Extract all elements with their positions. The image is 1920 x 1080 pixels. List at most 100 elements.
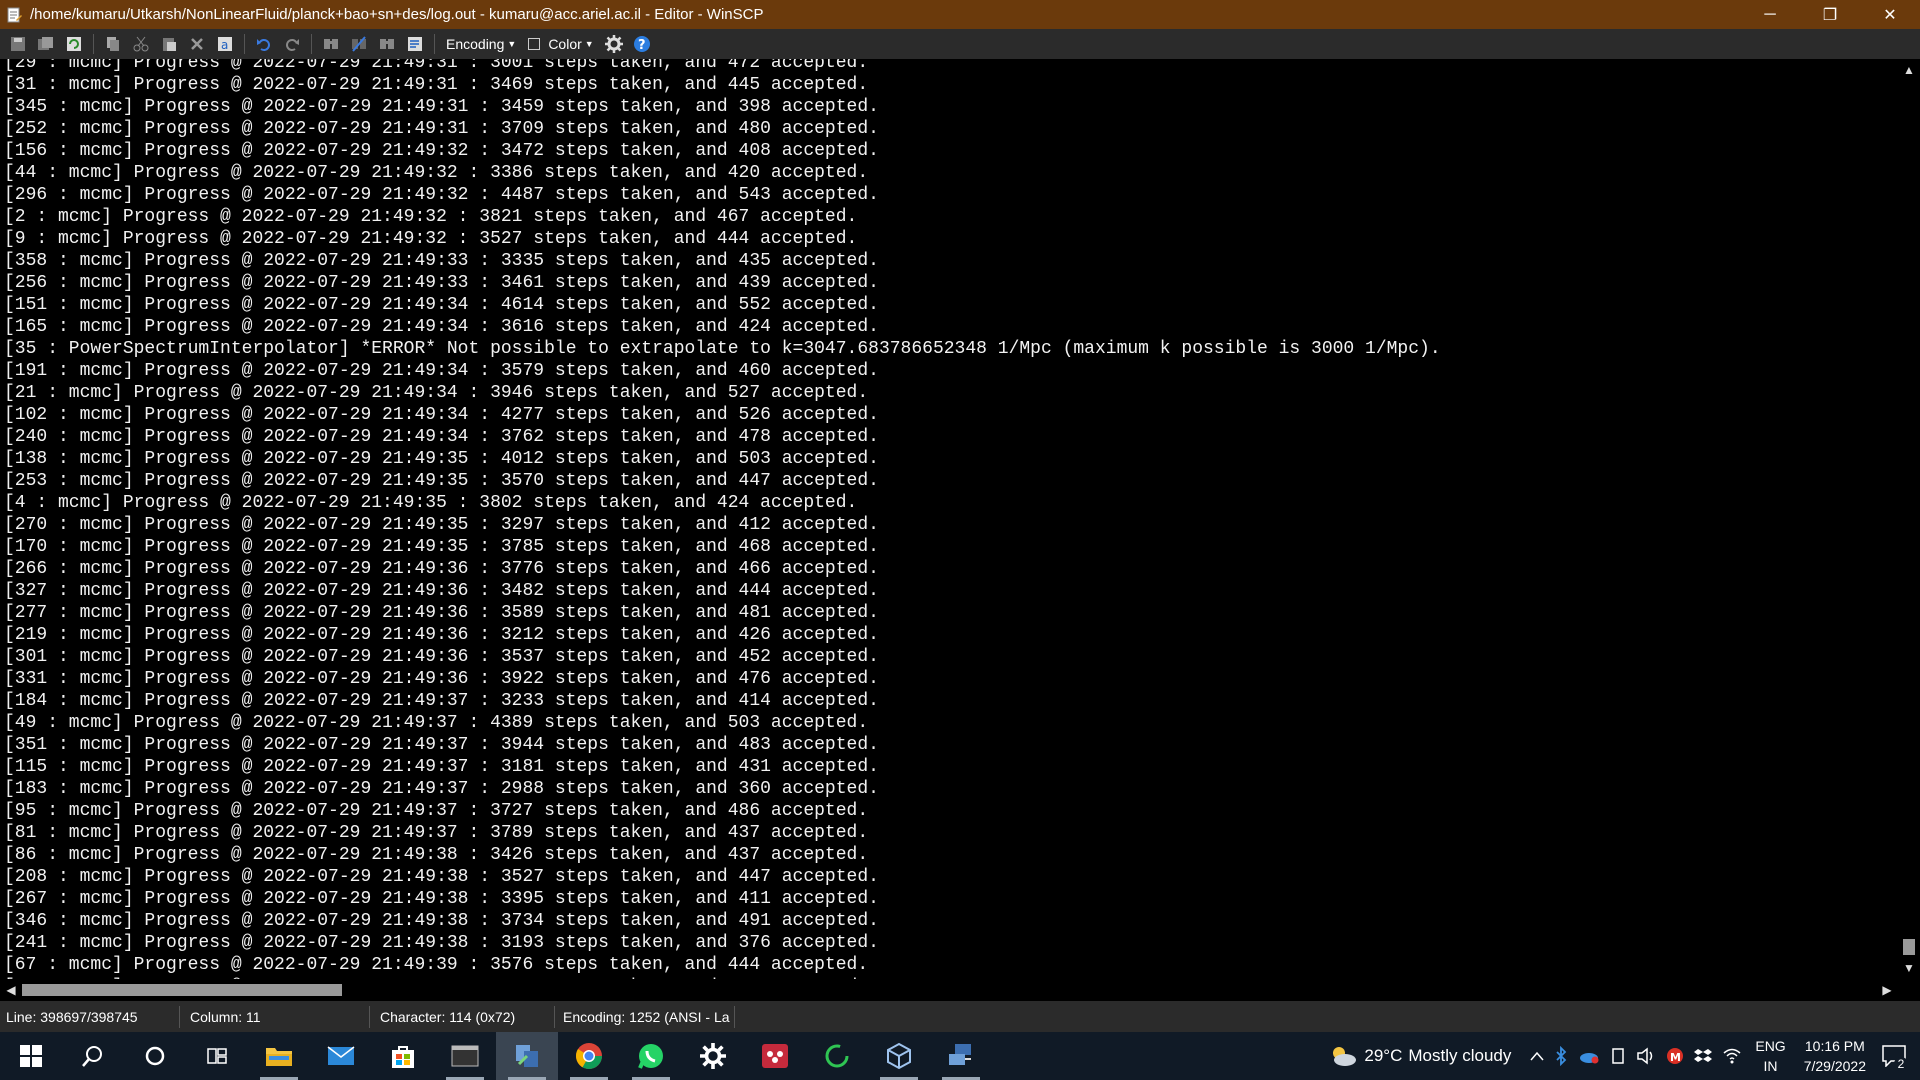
horizontal-scroll-thumb[interactable] [22, 984, 342, 996]
windows-start-icon[interactable] [0, 1032, 62, 1080]
scroll-down-icon[interactable]: ▼ [1898, 957, 1920, 979]
log-line: [115 : mcmc] Progress @ 2022-07-29 21:49… [4, 757, 879, 777]
wifi-icon[interactable] [1722, 1047, 1742, 1065]
find-icon[interactable] [320, 33, 342, 55]
log-line: [183 : mcmc] Progress @ 2022-07-29 21:49… [4, 779, 879, 799]
minimize-button[interactable]: ─ [1740, 0, 1800, 29]
virtualbox-icon[interactable] [868, 1032, 930, 1080]
remote-desktop-icon[interactable] [930, 1032, 992, 1080]
replace-icon[interactable] [348, 33, 370, 55]
task-view-icon[interactable] [186, 1032, 248, 1080]
volume-icon[interactable] [1636, 1047, 1656, 1065]
weather-widget[interactable]: 29°C Mostly cloudy [1328, 1044, 1511, 1068]
svg-text:a: a [221, 38, 228, 52]
log-line: [95 : mcmc] Progress @ 2022-07-29 21:49:… [4, 801, 869, 821]
log-line: [156 : mcmc] Progress @ 2022-07-29 21:49… [4, 141, 879, 161]
weather-description: Mostly cloudy [1408, 1046, 1512, 1065]
log-line: [31 : mcmc] Progress @ 2022-07-29 21:49:… [4, 75, 869, 95]
cut-icon[interactable] [130, 33, 152, 55]
undo-icon[interactable] [253, 33, 275, 55]
window-title: /home/kumaru/Utkarsh/NonLinearFluid/plan… [30, 6, 764, 23]
goto-line-icon[interactable] [404, 33, 426, 55]
chevron-up-icon[interactable] [1530, 1051, 1544, 1061]
paste-icon[interactable] [158, 33, 180, 55]
notification-center-icon[interactable]: 2 [1882, 1045, 1908, 1071]
terminal-icon[interactable] [434, 1032, 496, 1080]
save-all-icon[interactable] [35, 33, 57, 55]
toolbar-separator [311, 34, 312, 54]
weather-temperature: 29°C [1364, 1046, 1403, 1065]
dropbox-icon[interactable] [1694, 1047, 1713, 1065]
encoding-dropdown[interactable]: Encoding ▼ [446, 36, 516, 52]
device-icon[interactable] [1610, 1047, 1626, 1065]
log-line: [208 : mcmc] Progress @ 2022-07-29 21:49… [4, 867, 879, 887]
select-all-icon[interactable]: a [214, 33, 236, 55]
scrollbar-corner [1898, 979, 1920, 1001]
region-code: IN [1763, 1058, 1778, 1074]
bluetooth-icon[interactable] [1554, 1046, 1568, 1066]
scroll-right-icon[interactable]: ▶ [1876, 979, 1898, 1001]
status-encoding: Encoding: 1252 (ANSI - La [555, 1005, 735, 1028]
log-line: [21 : mcmc] Progress @ 2022-07-29 21:49:… [4, 383, 869, 403]
chevron-down-icon: ▼ [507, 39, 517, 49]
close-button[interactable]: ✕ [1860, 0, 1920, 29]
color-dropdown[interactable]: Color ▼ [528, 36, 594, 52]
input-language[interactable]: ENG IN [1755, 1036, 1785, 1076]
notification-count-badge: 2 [1894, 1057, 1908, 1071]
log-line: [351 : mcmc] Progress @ 2022-07-29 21:49… [4, 735, 879, 755]
search-icon[interactable] [62, 1032, 124, 1080]
log-line: [266 : mcmc] Progress @ 2022-07-29 21:49… [4, 559, 879, 579]
gear-icon[interactable] [603, 33, 625, 55]
log-line: [191 : mcmc] Progress @ 2022-07-29 21:49… [4, 361, 879, 381]
log-line: [86 : mcmc] Progress @ 2022-07-29 21:49:… [4, 845, 869, 865]
status-column: Column: 11 [180, 1005, 370, 1028]
chrome-icon[interactable] [558, 1032, 620, 1080]
toolbar-separator [93, 34, 94, 54]
store-icon[interactable] [372, 1032, 434, 1080]
save-icon[interactable] [7, 33, 29, 55]
reload-icon[interactable] [63, 33, 85, 55]
redo-icon[interactable] [281, 33, 303, 55]
text-editor[interactable]: [29 : mcmc] Progress @ 2022-07-29 21:49:… [0, 59, 1898, 979]
editor-app-icon[interactable] [6, 7, 22, 23]
gmail-icon[interactable]: M [1666, 1047, 1684, 1065]
vertical-scroll-thumb[interactable] [1903, 939, 1915, 955]
log-line: [2 : mcmc] Progress @ 2022-07-29 21:49:3… [4, 207, 858, 227]
toolbar: a Encoding ▼ Color ▼ ? [0, 29, 1920, 59]
color-checkbox[interactable] [528, 38, 541, 50]
log-line: [165 : mcmc] Progress @ 2022-07-29 21:49… [4, 317, 879, 337]
vertical-scrollbar[interactable]: ▲ ▼ [1898, 59, 1920, 979]
copy-icon[interactable] [102, 33, 124, 55]
horizontal-scrollbar[interactable]: ◀ ▶ [0, 979, 1898, 1001]
cortana-icon[interactable] [124, 1032, 186, 1080]
mail-icon[interactable] [310, 1032, 372, 1080]
mendeley-icon[interactable] [744, 1032, 806, 1080]
find-next-icon[interactable] [376, 33, 398, 55]
delete-icon[interactable] [186, 33, 208, 55]
file-explorer-icon[interactable] [248, 1032, 310, 1080]
scroll-left-icon[interactable]: ◀ [0, 979, 22, 1001]
log-line: [4 : mcmc] Progress @ 2022-07-29 21:49:3… [4, 493, 858, 513]
log-line: [138 : mcmc] Progress @ 2022-07-29 21:49… [4, 449, 879, 469]
log-line: [151 : mcmc] Progress @ 2022-07-29 21:49… [4, 295, 879, 315]
svg-text:?: ? [638, 38, 646, 53]
log-line: [252 : mcmc] Progress @ 2022-07-29 21:49… [4, 119, 879, 139]
winscp-icon[interactable] [496, 1032, 558, 1080]
svg-text:M: M [1670, 1051, 1681, 1064]
log-line: [219 : mcmc] Progress @ 2022-07-29 21:49… [4, 625, 879, 645]
encoding-label: Encoding [446, 36, 505, 52]
log-line: [240 : mcmc] Progress @ 2022-07-29 21:49… [4, 427, 879, 447]
log-line: [358 : mcmc] Progress @ 2022-07-29 21:49… [4, 251, 879, 271]
whatsapp-icon[interactable] [620, 1032, 682, 1080]
onedrive-icon[interactable] [1578, 1048, 1600, 1064]
restore-button[interactable]: ❐ [1800, 0, 1860, 29]
help-icon[interactable]: ? [631, 33, 653, 55]
sync-icon[interactable] [806, 1032, 868, 1080]
clock-date: 7/29/2022 [1803, 1058, 1866, 1074]
log-line: [29 : mcmc] Progress @ 2022-07-29 21:49:… [4, 59, 869, 73]
settings-gear-icon[interactable] [682, 1032, 744, 1080]
log-line: [241 : mcmc] Progress @ 2022-07-29 21:49… [4, 933, 879, 953]
clock[interactable]: 10:16 PM 7/29/2022 [1804, 1036, 1866, 1076]
log-line: [331 : mcmc] Progress @ 2022-07-29 21:49… [4, 669, 879, 689]
scroll-up-icon[interactable]: ▲ [1898, 59, 1920, 81]
